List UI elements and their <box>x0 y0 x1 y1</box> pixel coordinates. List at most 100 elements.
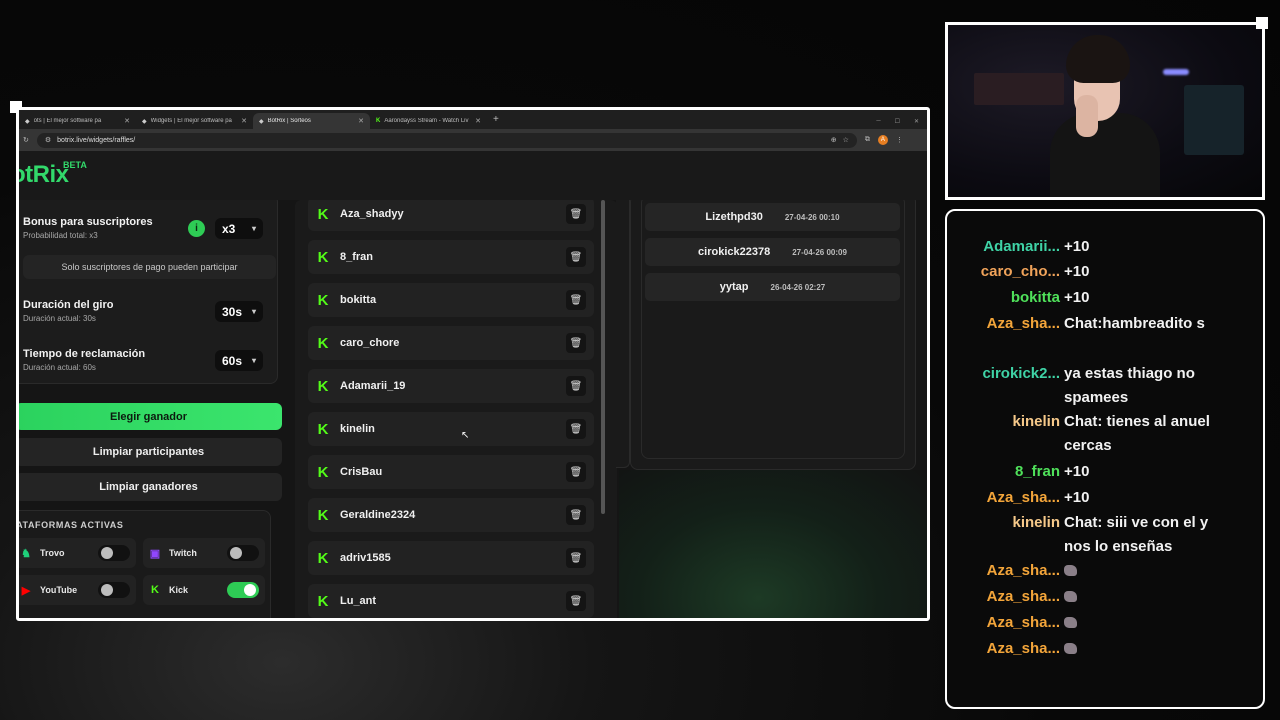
trovo-icon: ♞ <box>21 547 31 560</box>
extensions-icon[interactable]: ⧉ <box>865 136 870 144</box>
close-tab-icon[interactable]: ✕ <box>241 117 247 125</box>
chat-username[interactable]: Adamarii... <box>965 235 1060 259</box>
participant-row: Kcaro_chore 🗑 <box>308 326 594 360</box>
kick-toggle[interactable] <box>227 582 259 598</box>
browser-tab[interactable]: ◆ Widgets | El mejor software pa ✕ <box>136 113 253 129</box>
close-tab-icon[interactable]: ✕ <box>358 117 364 125</box>
bookmark-star-icon[interactable]: ☆ <box>843 136 849 144</box>
mouse-cursor-icon: ↖ <box>461 430 470 441</box>
participants-scrollbar[interactable] <box>601 200 605 514</box>
chat-username[interactable]: Aza_sha... <box>965 611 1060 635</box>
url-field[interactable]: ⚙ botrix.live/widgets/raffles/ ⊕ ☆ <box>36 132 857 148</box>
site-info-icon[interactable]: ⚙ <box>45 136 51 144</box>
chat-username[interactable]: Aza_sha... <box>965 312 1060 336</box>
clear-participants-button[interactable]: Limpiar participantes <box>19 438 282 466</box>
reload-icon[interactable]: ↻ <box>23 136 29 144</box>
menu-kebab-icon[interactable]: ⋮ <box>896 136 903 144</box>
tab-title: Widgets | El mejor software pa <box>150 118 232 124</box>
trash-icon[interactable]: 🗑 <box>566 333 586 353</box>
platform-kick[interactable]: K Kick <box>143 575 265 605</box>
trash-icon[interactable]: 🗑 <box>566 591 586 611</box>
chat-message-text: +10 <box>1064 263 1090 280</box>
chevron-down-icon: ▾ <box>251 356 256 365</box>
claim-time-select[interactable]: 60s ▾ <box>215 350 263 371</box>
kick-icon: K <box>317 248 329 266</box>
clear-winners-button[interactable]: Limpiar ganadores <box>19 473 282 501</box>
trash-icon[interactable]: 🗑 <box>566 247 586 267</box>
spin-duration-select[interactable]: 30s ▾ <box>215 301 263 322</box>
platforms-card: LATAFORMAS ACTIVAS ♞ Trovo ▣ Twitch ▶ Yo… <box>19 510 271 618</box>
zoom-icon[interactable]: ⊕ <box>831 136 837 144</box>
chat-username[interactable]: caro_cho... <box>965 260 1060 284</box>
webcam-monitor <box>1184 85 1244 155</box>
chat-username[interactable]: Aza_sha... <box>965 486 1060 510</box>
browser-tab[interactable]: ◆ ots | El mejor software pa ✕ <box>19 113 136 129</box>
youtube-icon: ▶ <box>21 584 31 597</box>
trash-icon[interactable]: 🗑 <box>566 548 586 568</box>
info-icon[interactable]: i <box>188 220 205 237</box>
emote-icon <box>1064 565 1077 576</box>
subscriber-bonus-row: Bonus para suscriptores Probabilidad tot… <box>23 216 273 240</box>
emote-icon <box>1064 643 1077 654</box>
chat-message-text: +10 <box>1064 238 1090 255</box>
youtube-toggle[interactable] <box>98 582 130 598</box>
platform-trovo[interactable]: ♞ Trovo <box>19 538 136 568</box>
profile-avatar[interactable]: A <box>877 135 888 145</box>
winner-date: 27-04-26 00:09 <box>792 247 847 257</box>
chat-username[interactable]: Aza_sha... <box>965 585 1060 609</box>
settings-column: Bonus para suscriptores Probabilidad tot… <box>19 200 291 618</box>
pick-winner-button[interactable]: Elegir ganador <box>19 403 282 430</box>
raffle-page: Bonus para suscriptores Probabilidad tot… <box>19 200 927 618</box>
app-header: otRix BETA <box>19 151 927 200</box>
botrix-icon: ◆ <box>259 118 264 125</box>
chat-username[interactable]: kinelin <box>965 511 1060 535</box>
chat-username[interactable]: Aza_sha... <box>965 637 1060 661</box>
maximize-icon[interactable]: ☐ <box>895 118 900 125</box>
emote-icon <box>1064 617 1077 628</box>
close-tab-icon[interactable]: ✕ <box>475 117 481 125</box>
subscriber-bonus-value: x3 <box>222 221 236 236</box>
chat-username[interactable]: kinelin <box>965 410 1060 434</box>
subscriber-bonus-select[interactable]: x3 ▾ <box>215 218 263 239</box>
platform-youtube[interactable]: ▶ YouTube <box>19 575 136 605</box>
trovo-toggle[interactable] <box>98 545 130 561</box>
trash-icon[interactable]: 🗑 <box>566 419 586 439</box>
chat-message-text: +10 <box>1064 463 1090 480</box>
close-tab-icon[interactable]: ✕ <box>124 117 130 125</box>
browser-tab-active[interactable]: ◆ BotRix | Sorteos ✕ <box>253 113 370 129</box>
kick-icon: K <box>317 592 329 610</box>
trash-icon[interactable]: 🗑 <box>566 290 586 310</box>
winner-row: yytap 26-04-26 02:27 <box>645 273 900 301</box>
kick-icon: K <box>317 205 329 223</box>
chat-username[interactable]: cirokick2... <box>965 362 1060 386</box>
chat-username[interactable]: 8_fran <box>965 460 1060 484</box>
platform-name: Trovo <box>40 548 65 558</box>
chat-username[interactable]: Aza_sha... <box>965 559 1060 583</box>
trash-icon[interactable]: 🗑 <box>566 505 586 525</box>
new-tab-button[interactable]: + <box>487 113 505 129</box>
selection-handle-top-right[interactable] <box>1256 17 1268 29</box>
winner-date: 27-04-26 00:10 <box>784 212 840 222</box>
kick-icon: K <box>151 584 159 596</box>
browser-tab[interactable]: K Aarondayss Stream - Watch Liv ✕ <box>370 113 487 129</box>
chat-message-text: Chat:hambreadito s <box>1064 315 1205 332</box>
kick-icon: K <box>376 118 381 124</box>
chat-message-text: ya estas thiago no spamees <box>1064 365 1195 406</box>
streamer-body <box>1050 113 1160 197</box>
trash-icon[interactable]: 🗑 <box>566 204 586 224</box>
trash-icon[interactable]: 🗑 <box>566 376 586 396</box>
chat-message-text <box>1064 585 1234 610</box>
chat-username[interactable]: bokitta <box>965 286 1060 310</box>
trash-icon[interactable]: 🗑 <box>566 462 586 482</box>
participant-name: adriv1585 <box>340 552 391 564</box>
participant-row: Kadriv1585 🗑 <box>308 541 594 575</box>
winner-date: 26-04-26 02:27 <box>770 282 826 292</box>
chat-message-text <box>1064 611 1234 636</box>
twitch-toggle[interactable] <box>227 545 259 561</box>
winner-name: Lizethpd30 <box>705 211 763 223</box>
participant-row: K Aza_shadyy 🗑 <box>308 200 594 231</box>
close-window-icon[interactable]: ✕ <box>914 118 919 125</box>
platform-twitch[interactable]: ▣ Twitch <box>143 538 265 568</box>
minimize-icon[interactable]: ─ <box>876 118 880 124</box>
botrix-logo[interactable]: otRix <box>19 161 69 189</box>
